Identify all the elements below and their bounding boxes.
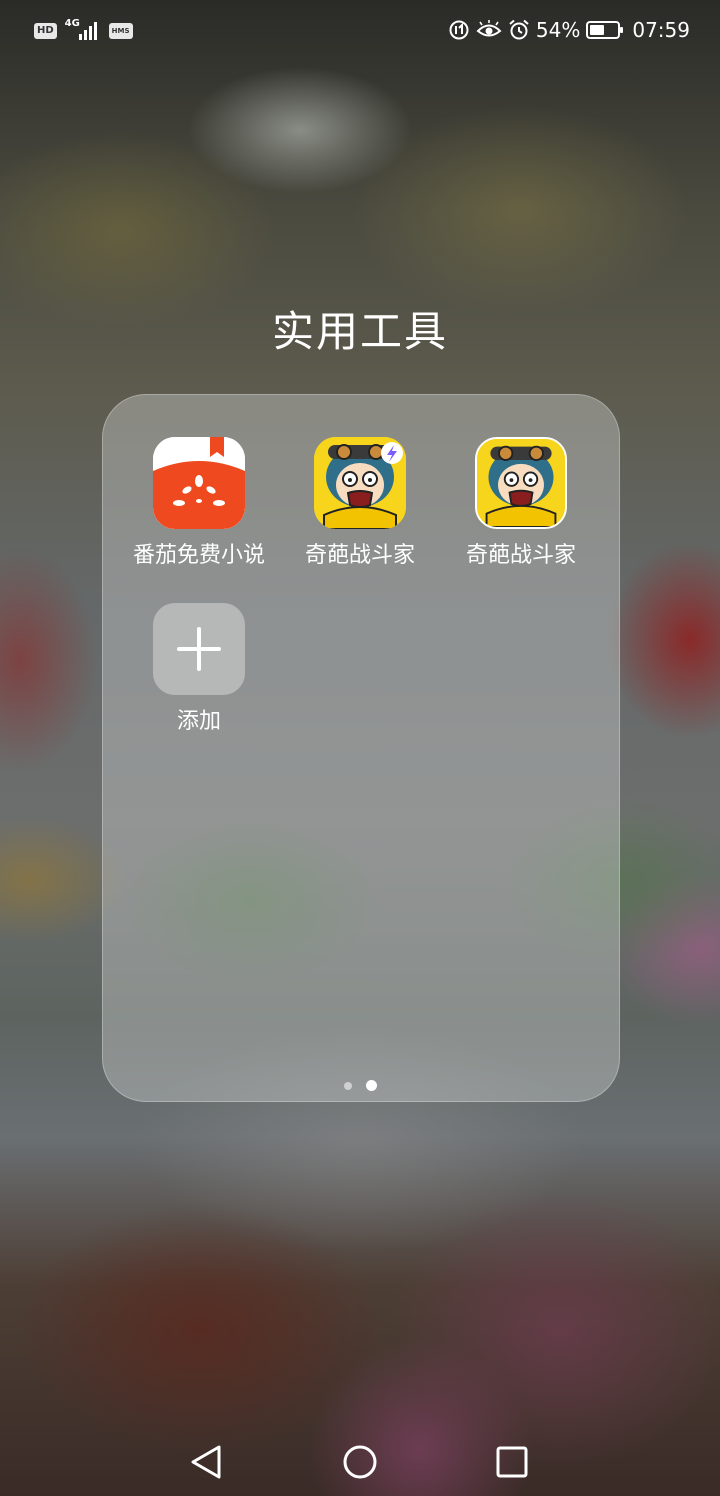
hms-badge: HMS [108,23,133,39]
app-label: 添加 [176,709,221,734]
recents-button[interactable] [490,1440,534,1484]
app-fanqie-novel[interactable]: 番茄免费小说 [124,437,274,569]
back-icon [191,1445,221,1479]
hd-badge: HD [34,23,57,39]
qipa-fighter-icon [314,437,406,529]
plus-icon [153,603,245,695]
app-qipa-fighter-1[interactable]: 奇葩战斗家 [285,437,435,569]
qipa-fighter-icon [475,437,567,529]
page-dot-2-active[interactable] [365,1080,377,1091]
app-qipa-fighter-2[interactable]: 奇葩战斗家 [446,437,596,569]
data-saver-icon [449,20,469,40]
app-label: 奇葩战斗家 [465,543,576,568]
home-button[interactable] [338,1440,382,1484]
app-label: 番茄免费小说 [132,543,265,568]
home-screen: HD 4G HMS 54% 07:59 实用工具 番茄免费小说 奇葩战斗家 奇葩… [0,0,720,1496]
cellular-signal: 4G [65,18,101,42]
recents-icon [496,1446,528,1478]
clock-time: 07:59 [632,18,690,42]
status-bar: HD 4G HMS 54% 07:59 [0,0,720,64]
fanqie-novel-icon [153,437,245,529]
folder-panel: 番茄免费小说 奇葩战斗家 奇葩战斗家 添加 [102,394,620,1102]
battery-icon [586,21,624,39]
signal-bars-icon [78,22,97,40]
status-right-group: 54% 07:59 [448,18,690,42]
folder-title[interactable]: 实用工具 [0,298,720,359]
add-app-button[interactable]: 添加 [124,603,274,735]
status-left-group: HD 4G HMS [34,18,133,42]
page-dot-1[interactable] [343,1081,352,1090]
home-icon [343,1445,377,1479]
alarm-icon [509,19,529,40]
navigation-bar [0,1426,720,1496]
battery-percent: 54% [535,18,581,42]
back-button[interactable] [184,1440,228,1484]
page-indicator [0,1080,720,1091]
eye-comfort-icon [476,20,502,37]
app-label: 奇葩战斗家 [304,543,415,568]
